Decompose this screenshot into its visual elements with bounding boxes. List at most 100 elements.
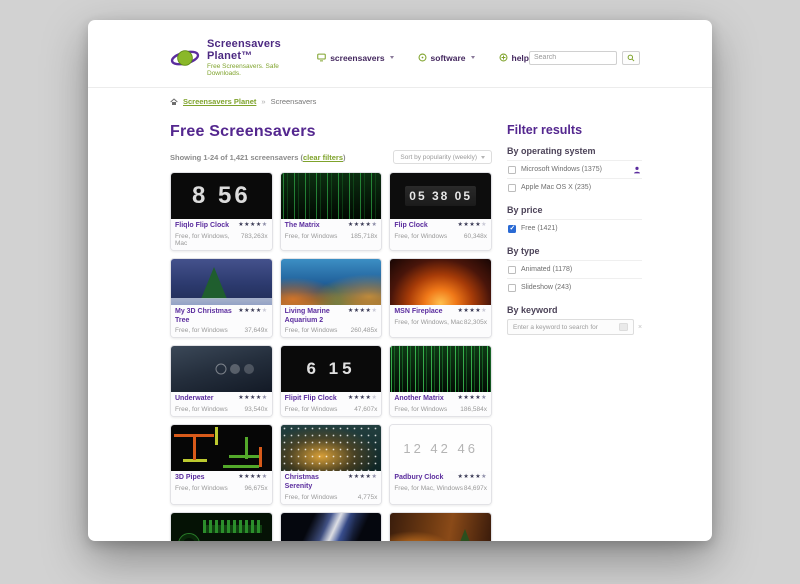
help-icon [499, 53, 508, 62]
keyword-search-icon[interactable] [619, 323, 628, 331]
screensaver-title[interactable]: 3D Pipes [175, 474, 205, 483]
screensaver-license: Free, for Mac, Windows [394, 485, 463, 492]
checkbox[interactable] [508, 166, 516, 174]
screensaver-license: Free, for Windows, Mac [394, 319, 463, 326]
screensaver-info: Padbury Clock ★★★★★ Free, for Mac, Windo… [390, 471, 491, 504]
filter-option-animated[interactable]: Animated (1178) [507, 260, 642, 278]
main-nav: screensavers software help [317, 53, 529, 63]
screensaver-card[interactable]: Retro Sci-Fi ★★★★★ Free, for Windows 93,… [170, 512, 273, 542]
screensaver-card[interactable]: Living Marine Aquarium 2 ★★★★★ Free, for… [280, 258, 383, 339]
screensaver-card[interactable]: My 3D Christmas Tree ★★★★★ Free, for Win… [170, 258, 273, 339]
filter-heading-os: By operating system [507, 146, 642, 156]
screensaver-info: Flipit Flip Clock ★★★★★ Free, for Window… [281, 392, 382, 416]
screensaver-title[interactable]: Christmas Serenity [285, 474, 345, 492]
screensaver-license: Free, for Windows, Mac [175, 233, 241, 247]
checkbox[interactable] [508, 284, 516, 292]
thumbnail-clock-text: 6 15 [306, 359, 355, 379]
screensaver-license: Free, for Windows [394, 406, 447, 413]
download-count: 4,775x [358, 494, 378, 501]
chevron-down-icon [390, 56, 394, 59]
screensaver-card[interactable]: 05 38 05 Flip Clock ★★★★★ Free, for Wind… [389, 172, 492, 251]
breadcrumb-separator: » [261, 97, 265, 106]
download-count: 186,584x [460, 406, 487, 413]
search-button[interactable] [622, 51, 640, 65]
screensaver-info: MSN Fireplace ★★★★★ Free, for Windows, M… [390, 305, 491, 338]
clear-filters-link[interactable]: clear filters [303, 153, 343, 162]
screensaver-info: Christmas Serenity ★★★★★ Free, for Windo… [281, 471, 382, 504]
filter-option-label: Free (1421) [521, 225, 558, 232]
filter-heading-keyword: By keyword [507, 305, 642, 315]
screensaver-title[interactable]: Living Marine Aquarium 2 [285, 308, 345, 326]
screensaver-card[interactable]: The Matrix ★★★★★ Free, for Windows 185,7… [280, 172, 383, 251]
rating-stars: ★★★★★ [348, 474, 377, 482]
screensaver-thumbnail [390, 513, 491, 542]
screensaver-thumbnail [390, 346, 491, 392]
screensaver-title[interactable]: MSN Fireplace [394, 308, 442, 317]
nav-item-help[interactable]: help [499, 53, 529, 63]
screensaver-card[interactable]: MSN Fireplace ★★★★★ Free, for Windows, M… [389, 258, 492, 339]
thumbnail-clock-text: 12 42 46 [403, 441, 478, 456]
filter-sidebar: Filter results By operating system Micro… [507, 119, 642, 541]
screensaver-card[interactable]: 12 42 46 Padbury Clock ★★★★★ Free, for M… [389, 424, 492, 505]
screensaver-license: Free, for Windows [285, 327, 338, 334]
checkbox[interactable] [508, 266, 516, 274]
screensaver-thumbnail [171, 425, 272, 471]
keyword-input[interactable] [507, 319, 634, 335]
screensaver-info: Flip Clock ★★★★★ Free, for Windows 60,34… [390, 219, 491, 250]
sort-dropdown[interactable]: Sort by popularity (weekly) [393, 150, 492, 164]
nav-item-screensavers[interactable]: screensavers [317, 53, 393, 63]
search-input[interactable] [529, 51, 617, 65]
screensaver-thumbnail [281, 513, 382, 542]
home-icon[interactable] [170, 98, 178, 106]
header-search [529, 51, 640, 65]
download-count: 93,540x [245, 406, 268, 413]
screensaver-card[interactable]: Hyperspace ★★★★★ Free, for Windows, Mac … [280, 512, 383, 542]
screensaver-title[interactable]: Another Matrix [394, 395, 443, 404]
main-column: Free Screensavers Showing 1-24 of 1,421 … [170, 119, 492, 541]
filter-option-mac[interactable]: Apple Mac OS X (235) [507, 178, 642, 196]
screensaver-title[interactable]: Padbury Clock [394, 474, 443, 483]
download-count: 783,263x [241, 233, 268, 247]
screensaver-card[interactable]: 3D Pipes ★★★★★ Free, for Windows 96,675x [170, 424, 273, 505]
rating-stars: ★★★★★ [348, 395, 377, 403]
screensaver-card[interactable]: Underwater ★★★★★ Free, for Windows 93,54… [170, 345, 273, 417]
checkbox[interactable] [508, 184, 516, 192]
checkbox[interactable] [508, 225, 516, 233]
nav-item-software[interactable]: software [418, 53, 475, 63]
keyword-clear-icon[interactable]: × [638, 324, 642, 331]
screensaver-card[interactable]: Another Matrix ★★★★★ Free, for Windows 1… [389, 345, 492, 417]
filter-heading-price: By price [507, 205, 642, 215]
screensaver-title[interactable]: Flip Clock [394, 222, 427, 231]
screensaver-info: Fliqlo Flip Clock ★★★★★ Free, for Window… [171, 219, 272, 250]
screensaver-card[interactable]: Night Before Christmas 3D ★★★★★ Free, fo… [389, 512, 492, 542]
user-icon [633, 166, 641, 174]
screensaver-card[interactable]: Christmas Serenity ★★★★★ Free, for Windo… [280, 424, 383, 505]
screensaver-card[interactable]: 8 56 Fliqlo Flip Clock ★★★★★ Free, for W… [170, 172, 273, 251]
rating-stars: ★★★★★ [348, 308, 377, 316]
screensaver-license: Free, for Windows [285, 233, 338, 240]
rating-stars: ★★★★★ [458, 222, 487, 230]
page-title: Free Screensavers [170, 123, 492, 141]
filter-option-free[interactable]: Free (1421) [507, 219, 642, 237]
download-count: 96,675x [245, 485, 268, 492]
filter-option-windows[interactable]: Microsoft Windows (1375) [507, 160, 642, 178]
sort-dropdown-label: Sort by popularity (weekly) [400, 154, 477, 161]
screensaver-title[interactable]: Fliqlo Flip Clock [175, 222, 229, 231]
screensaver-thumbnail [281, 173, 382, 219]
screensaver-title[interactable]: The Matrix [285, 222, 320, 231]
screensaver-thumbnail [171, 513, 272, 542]
screensaver-info: Living Marine Aquarium 2 ★★★★★ Free, for… [281, 305, 382, 338]
breadcrumb-home-link[interactable]: Screensavers Planet [183, 97, 256, 106]
rating-stars: ★★★★★ [238, 395, 267, 403]
screensaver-card[interactable]: 6 15 Flipit Flip Clock ★★★★★ Free, for W… [280, 345, 383, 417]
screensaver-title[interactable]: Underwater [175, 395, 214, 404]
site-logo[interactable]: Screensavers Planet™ Free Screensavers. … [170, 38, 291, 77]
nav-label: help [512, 53, 529, 63]
nav-label: software [431, 53, 466, 63]
screensaver-thumbnail [281, 259, 382, 305]
nav-label: screensavers [330, 53, 384, 63]
filter-option-slideshow[interactable]: Slideshow (243) [507, 278, 642, 296]
screensaver-title[interactable]: My 3D Christmas Tree [175, 308, 235, 326]
chevron-down-icon [471, 56, 475, 59]
screensaver-title[interactable]: Flipit Flip Clock [285, 395, 337, 404]
